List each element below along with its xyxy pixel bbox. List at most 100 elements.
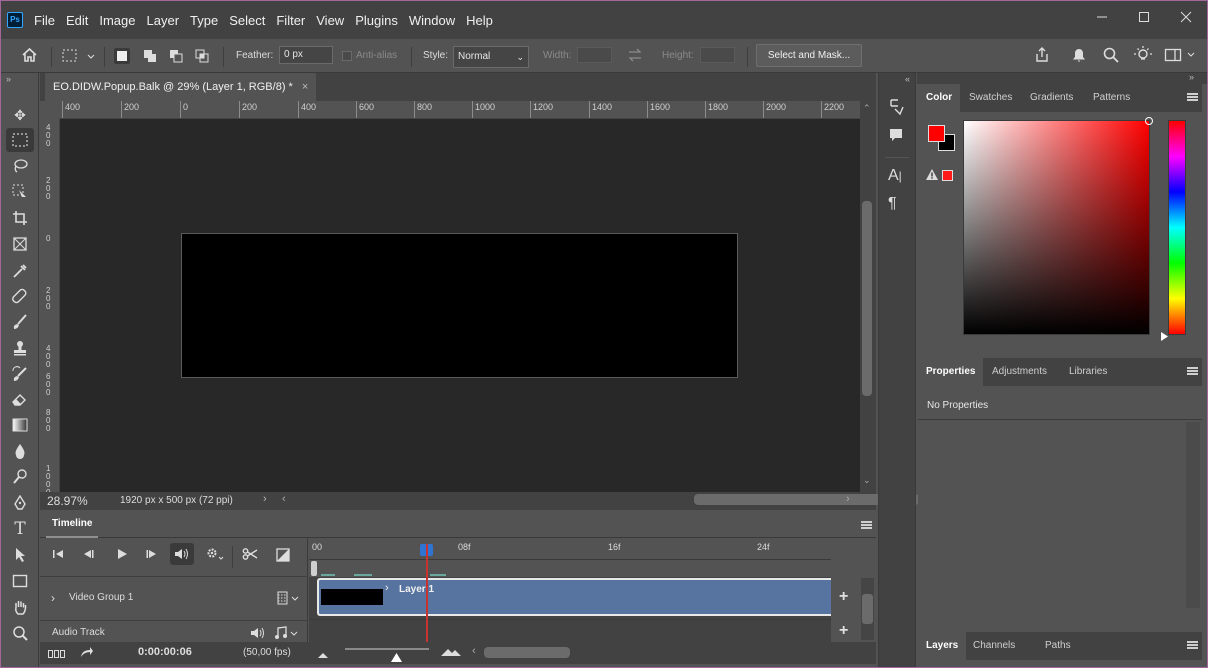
gradient-tool-icon[interactable] xyxy=(6,413,34,437)
scroll-down-icon[interactable]: ⌄ xyxy=(863,475,871,486)
work-area-start-handle[interactable] xyxy=(311,561,317,576)
add-audio-plus-icon[interactable]: + xyxy=(839,622,848,640)
saturation-brightness-field[interactable] xyxy=(963,117,1153,335)
pen-tool-icon[interactable] xyxy=(6,491,34,515)
eyedropper-tool-icon[interactable] xyxy=(6,259,34,283)
home-icon[interactable] xyxy=(21,47,38,66)
tab-adjustments[interactable]: Adjustments xyxy=(984,358,1055,386)
collapse-toolbar-icon[interactable]: » xyxy=(6,74,11,84)
layers-panel-menu-icon[interactable] xyxy=(1187,641,1198,649)
tab-paths[interactable]: Paths xyxy=(1037,632,1079,660)
history-panel-icon[interactable] xyxy=(888,98,906,119)
scroll-right-icon[interactable]: › xyxy=(846,493,850,505)
mute-audio-button[interactable] xyxy=(170,543,194,565)
menu-type[interactable]: Type xyxy=(190,13,218,28)
subtract-selection-icon[interactable] xyxy=(168,48,184,64)
status-menu-arrow-icon[interactable]: › xyxy=(263,493,267,505)
blur-tool-icon[interactable] xyxy=(6,439,34,463)
feather-input[interactable]: 0 px xyxy=(279,46,333,64)
lasso-tool-icon[interactable] xyxy=(6,154,34,178)
transition-icon[interactable] xyxy=(276,548,290,565)
history-brush-tool-icon[interactable] xyxy=(6,362,34,386)
close-icon[interactable] xyxy=(1165,1,1207,33)
scroll-left-icon[interactable]: ‹ xyxy=(282,493,286,505)
next-frame-icon[interactable] xyxy=(146,548,158,563)
zoom-tool-icon[interactable] xyxy=(6,621,34,645)
brush-tool-icon[interactable] xyxy=(6,310,34,334)
path-selection-tool-icon[interactable] xyxy=(6,543,34,567)
menu-layer[interactable]: Layer xyxy=(147,13,180,28)
tab-swatches[interactable]: Swatches xyxy=(961,84,1020,112)
spot-healing-brush-icon[interactable] xyxy=(6,284,34,308)
split-at-playhead-scissors-icon[interactable] xyxy=(242,547,258,564)
tab-libraries[interactable]: Libraries xyxy=(1061,358,1115,386)
color-panel-menu-icon[interactable] xyxy=(1187,93,1198,101)
tab-layers[interactable]: Layers xyxy=(918,632,967,660)
maximize-icon[interactable] xyxy=(1123,1,1165,33)
width-input[interactable] xyxy=(577,47,612,63)
paragraph-panel-icon[interactable]: ¶ xyxy=(888,195,897,213)
menu-help[interactable]: Help xyxy=(466,13,493,28)
rectangle-tool-icon[interactable] xyxy=(6,569,34,593)
previous-frame-icon[interactable] xyxy=(82,548,94,563)
intersect-selection-icon[interactable] xyxy=(194,48,210,64)
timeline-tab[interactable]: Timeline xyxy=(46,512,99,538)
comments-panel-icon[interactable] xyxy=(888,127,904,146)
tab-patterns[interactable]: Patterns xyxy=(1085,84,1138,112)
menu-window[interactable]: Window xyxy=(409,13,455,28)
play-icon[interactable] xyxy=(116,548,128,563)
out-of-gamut-warning-icon[interactable] xyxy=(926,169,938,183)
timeline-scroll-thumb-h[interactable] xyxy=(484,647,570,658)
work-area-bar[interactable] xyxy=(309,560,831,577)
add-selection-icon[interactable] xyxy=(142,48,158,64)
move-tool-icon[interactable]: ✥ xyxy=(6,103,34,127)
frame-tool-icon[interactable] xyxy=(6,232,34,256)
zoom-out-mountain-icon[interactable] xyxy=(318,648,328,662)
vertical-scroll-thumb[interactable] xyxy=(862,201,872,396)
type-tool-icon[interactable]: T xyxy=(6,517,34,541)
antialias-checkbox[interactable] xyxy=(342,51,352,61)
timeline-menu-icon[interactable] xyxy=(861,521,872,529)
menu-select[interactable]: Select xyxy=(229,13,265,28)
swap-dimensions-icon[interactable] xyxy=(627,48,643,65)
timeline-vertical-scrollbar[interactable] xyxy=(861,578,874,640)
gamut-color-chip[interactable] xyxy=(942,170,953,181)
timeline-zoom-slider-handle[interactable] xyxy=(391,651,402,665)
tab-color[interactable]: Color xyxy=(918,84,961,112)
expand-video-group-icon[interactable]: › xyxy=(51,591,55,605)
first-frame-icon[interactable] xyxy=(52,548,64,563)
add-audio-music-icon[interactable] xyxy=(274,626,300,643)
collapse-panels-icon[interactable]: « xyxy=(905,74,910,84)
tab-properties[interactable]: Properties xyxy=(918,358,984,386)
clip-expand-icon[interactable]: › xyxy=(385,582,389,594)
audio-track-speaker-icon[interactable] xyxy=(250,626,266,643)
notifications-bell-icon[interactable] xyxy=(1070,46,1088,67)
character-panel-icon[interactable]: A| xyxy=(888,167,902,185)
new-selection-icon[interactable] xyxy=(114,48,130,64)
zoom-level[interactable]: 28.97% xyxy=(47,494,88,508)
layer-1-clip[interactable]: › Layer 1 xyxy=(317,578,831,616)
convert-to-frame-animation-icon[interactable] xyxy=(48,648,66,662)
scroll-left-icon[interactable]: ‹ xyxy=(472,645,476,657)
vertical-ruler[interactable]: 4 0 0 2 0 0 0 2 0 0 4 0 0 6 0 0 8 0 0 1 … xyxy=(43,119,60,492)
discover-lightbulb-icon[interactable] xyxy=(1133,45,1153,68)
style-select[interactable]: Normal ⌄ xyxy=(453,46,529,68)
timeline-ruler[interactable]: 00 08f 16f 24f xyxy=(309,538,831,560)
workspace-layout-icon[interactable] xyxy=(1164,47,1198,66)
zoom-in-mountain-icon[interactable] xyxy=(441,646,461,660)
document-canvas[interactable] xyxy=(181,233,738,378)
foreground-color-swatch[interactable] xyxy=(928,125,945,142)
marquee-preset-icon[interactable] xyxy=(61,47,97,68)
clone-stamp-tool-icon[interactable] xyxy=(6,336,34,360)
timeline-zoom-slider[interactable] xyxy=(345,648,429,650)
dodge-tool-icon[interactable] xyxy=(6,465,34,489)
properties-panel-menu-icon[interactable] xyxy=(1187,367,1198,375)
add-video-plus-icon[interactable]: + xyxy=(839,588,848,606)
menu-plugins[interactable]: Plugins xyxy=(355,13,398,28)
tab-channels[interactable]: Channels xyxy=(965,632,1023,660)
select-and-mask-button[interactable]: Select and Mask... xyxy=(756,44,862,67)
search-icon[interactable] xyxy=(1102,46,1120,67)
height-input[interactable] xyxy=(700,47,735,63)
add-media-film-icon[interactable] xyxy=(277,591,301,608)
timeline-tracks[interactable]: › Layer 1 xyxy=(309,544,831,642)
